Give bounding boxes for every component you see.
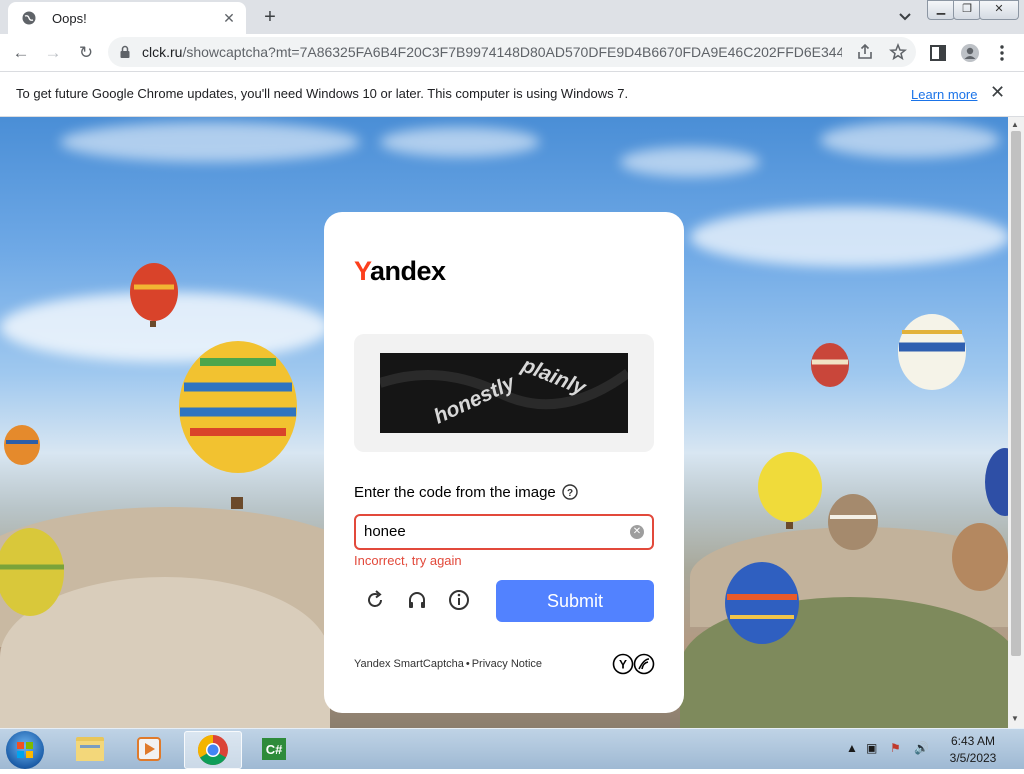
- forward-icon[interactable]: →: [40, 40, 66, 66]
- windows-logo-icon: [17, 742, 33, 758]
- share-icon[interactable]: [856, 43, 874, 61]
- audio-icon[interactable]: [405, 588, 429, 612]
- clear-input-icon[interactable]: ✕: [630, 525, 644, 539]
- clock-time: 6:43 AM: [950, 734, 996, 748]
- balloon-7: [758, 452, 822, 529]
- tab-close-icon[interactable]: ✕: [220, 9, 238, 27]
- balloon-3: [4, 425, 40, 465]
- address-bar[interactable]: clck.ru/showcaptcha?mt=7A86325FA6B4F20C3…: [108, 37, 916, 67]
- clock-date: 3/5/2023: [949, 751, 997, 765]
- tab-strip: Oops! ✕ + ▁ ❐ ✕: [0, 0, 1024, 34]
- infobar-message: To get future Google Chrome updates, you…: [16, 86, 629, 101]
- balloon-5: [898, 314, 966, 390]
- error-message: Incorrect, try again: [354, 553, 462, 568]
- infobar-close-icon[interactable]: ✕: [990, 82, 1005, 103]
- balloon-11: [985, 448, 1008, 516]
- browser-toolbar: ← → ↻ clck.ru/showcaptcha?mt=7A86325FA6B…: [0, 34, 1024, 72]
- tab-oops[interactable]: Oops! ✕: [8, 2, 246, 34]
- captcha-footer: Yandex SmartCaptcha • Privacy Notice: [354, 658, 543, 670]
- balloon-1: [130, 263, 178, 327]
- submit-button[interactable]: Submit: [496, 580, 654, 622]
- scrollbar-thumb[interactable]: [1011, 131, 1021, 656]
- smartcaptcha-link[interactable]: Yandex SmartCaptcha: [354, 658, 464, 670]
- show-hidden-icons-icon[interactable]: ▲: [846, 741, 858, 755]
- restore-button[interactable]: ❐: [953, 0, 981, 20]
- taskbar-csharp-editor[interactable]: C#: [246, 731, 302, 767]
- globe-icon: [22, 11, 36, 25]
- captcha-image-container: honestly plainly: [354, 334, 654, 452]
- page-scrollbar[interactable]: ▲ ▼: [1008, 117, 1024, 728]
- tab-search-icon[interactable]: [895, 8, 915, 26]
- balloon-10: [952, 523, 1008, 591]
- chrome-icon: [197, 735, 228, 766]
- windows-taskbar: C# ▲ ▣ ⚑ 🔊 6:43 AM 3/5/2023: [0, 728, 1024, 769]
- balloon-6: [811, 343, 849, 387]
- balloon-4: [0, 528, 64, 616]
- svg-text:C#: C#: [266, 742, 283, 757]
- taskbar-media-player[interactable]: [122, 731, 178, 767]
- svg-text:Y: Y: [619, 658, 627, 672]
- captcha-image: honestly plainly: [380, 353, 628, 433]
- help-icon[interactable]: ?: [562, 484, 578, 500]
- star-icon[interactable]: [889, 43, 907, 61]
- captcha-label: Enter the code from the image: [354, 484, 556, 501]
- minimize-button[interactable]: ▁: [927, 0, 955, 20]
- captcha-input[interactable]: [364, 521, 614, 541]
- action-center-icon[interactable]: ⚑: [890, 741, 901, 755]
- tab-title: Oops!: [52, 11, 87, 26]
- scroll-down-icon[interactable]: ▼: [1011, 714, 1019, 723]
- balloon-8: [828, 494, 878, 550]
- captcha-input-wrapper: ✕: [354, 514, 654, 550]
- reload-icon[interactable]: ↻: [73, 40, 99, 66]
- refresh-icon[interactable]: [363, 588, 387, 612]
- folder-icon: [76, 737, 104, 761]
- network-icon[interactable]: ▣: [866, 741, 877, 755]
- privacy-notice-link[interactable]: Privacy Notice: [472, 658, 542, 670]
- update-infobar: To get future Google Chrome updates, you…: [0, 72, 1024, 117]
- menu-icon[interactable]: [992, 43, 1012, 63]
- yandex-logo: Yandex: [354, 256, 446, 286]
- lock-icon[interactable]: [118, 45, 132, 59]
- start-button[interactable]: [6, 731, 44, 769]
- svg-text:?: ?: [567, 488, 573, 499]
- taskbar-file-explorer[interactable]: [62, 731, 118, 767]
- window-close-button[interactable]: ✕: [979, 0, 1019, 20]
- captcha-card: Yandex honestly plainly Enter the code f…: [324, 212, 684, 713]
- balloon-9: [725, 562, 799, 644]
- taskbar-chrome[interactable]: [184, 731, 242, 769]
- info-icon[interactable]: [447, 588, 471, 612]
- back-icon[interactable]: ←: [8, 40, 34, 66]
- profile-icon[interactable]: [960, 43, 980, 63]
- yandex-smartcaptcha-logo: Y: [612, 653, 655, 675]
- learn-more-link[interactable]: Learn more: [911, 87, 977, 102]
- side-panel-icon[interactable]: [928, 43, 948, 63]
- url-text[interactable]: clck.ru/showcaptcha?mt=7A86325FA6B4F20C3…: [142, 44, 842, 60]
- new-tab-button[interactable]: +: [258, 6, 282, 28]
- volume-icon[interactable]: 🔊: [914, 741, 929, 755]
- csharp-icon: C#: [262, 738, 286, 760]
- media-player-icon: [137, 737, 161, 761]
- scroll-up-icon[interactable]: ▲: [1011, 120, 1019, 129]
- taskbar-clock[interactable]: 6:43 AM 3/5/2023: [942, 733, 1004, 767]
- balloon-2: [179, 341, 297, 509]
